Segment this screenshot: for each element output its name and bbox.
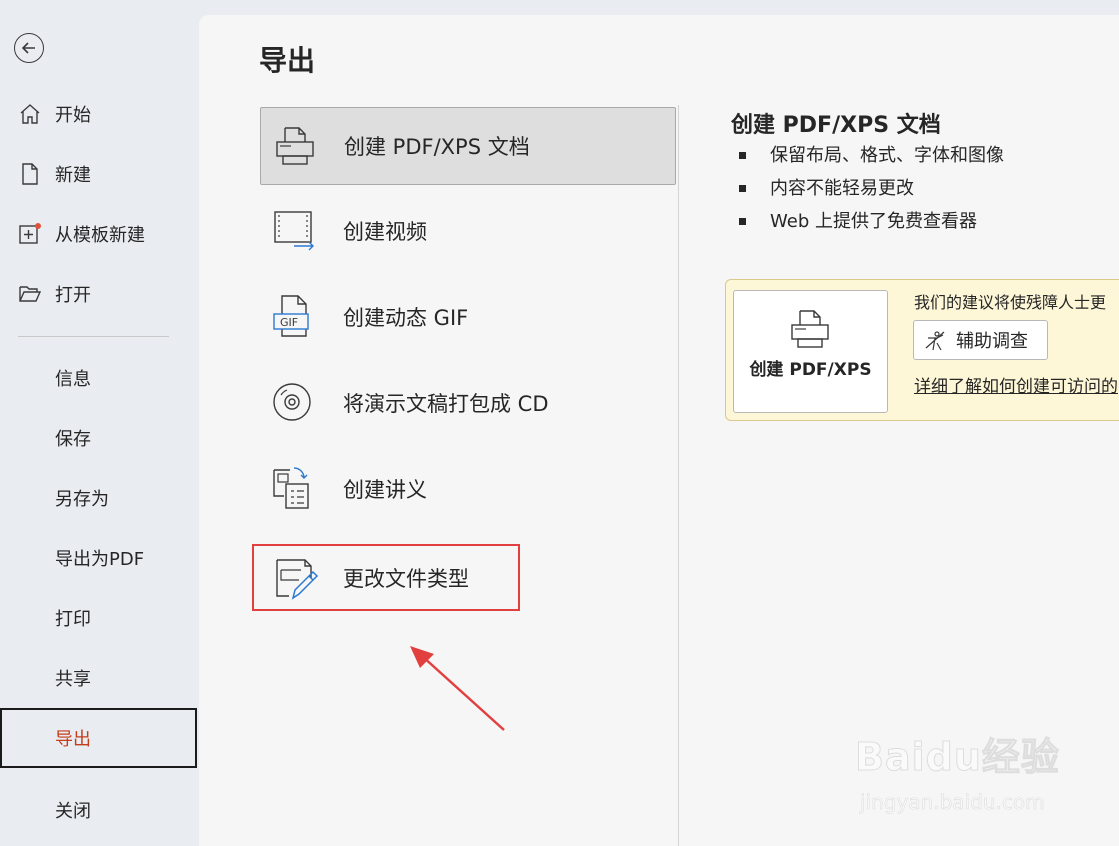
handouts-icon bbox=[273, 467, 309, 509]
nav-info[interactable]: 信息 bbox=[0, 352, 198, 404]
detail-title: 创建 PDF/XPS 文档 bbox=[731, 113, 941, 138]
option-package-cd[interactable]: 将演示文稿打包成 CD bbox=[260, 364, 676, 442]
create-pdf-xps-button-label: 创建 PDF/XPS bbox=[749, 360, 872, 380]
watermark-url: jingyan.baidu.com bbox=[860, 790, 1045, 815]
template-new-icon bbox=[19, 223, 41, 244]
nav-home[interactable]: 开始 bbox=[0, 88, 198, 140]
nav-new-label: 新建 bbox=[55, 165, 91, 186]
nav-open-label: 打开 bbox=[55, 285, 91, 306]
option-create-video-label: 创建视频 bbox=[343, 220, 427, 244]
nav-home-label: 开始 bbox=[55, 105, 91, 126]
option-create-gif-label: 创建动态 GIF bbox=[343, 306, 469, 330]
accessibility-survey-button[interactable]: 辅助调查 bbox=[913, 320, 1048, 360]
watermark-logo: Baidu经验 bbox=[855, 735, 1060, 780]
option-create-handouts-label: 创建讲义 bbox=[343, 478, 427, 502]
pdf-printer-icon bbox=[791, 310, 829, 348]
page-title: 导出 bbox=[259, 44, 316, 77]
svg-text:GIF: GIF bbox=[280, 316, 298, 329]
new-document-icon bbox=[22, 163, 38, 185]
option-create-handouts[interactable]: 创建讲义 bbox=[260, 450, 676, 528]
gif-file-icon: GIF bbox=[273, 295, 309, 337]
create-pdf-xps-button[interactable]: 创建 PDF/XPS bbox=[733, 290, 888, 413]
nav-save[interactable]: 保存 bbox=[0, 412, 198, 464]
sidebar-divider bbox=[18, 336, 169, 337]
learn-more-link[interactable]: 详细了解如何创建可访问的 bbox=[914, 372, 1118, 397]
nav-new-from-template[interactable]: 从模板新建 bbox=[0, 208, 198, 260]
option-create-pdf-xps[interactable]: 创建 PDF/XPS 文档 bbox=[260, 107, 676, 185]
pdf-printer-icon bbox=[276, 127, 314, 165]
accessibility-icon bbox=[925, 331, 945, 351]
nav-new-from-template-label: 从模板新建 bbox=[55, 225, 145, 246]
back-arrow-icon bbox=[21, 42, 35, 54]
option-create-pdf-xps-label: 创建 PDF/XPS 文档 bbox=[344, 135, 530, 159]
option-change-file-type[interactable]: 更改文件类型 bbox=[252, 544, 520, 611]
nav-save-label: 保存 bbox=[55, 429, 91, 450]
nav-export[interactable]: 导出 bbox=[0, 708, 197, 768]
nav-print[interactable]: 打印 bbox=[0, 592, 198, 644]
change-file-type-icon bbox=[276, 559, 319, 600]
accessibility-callout: 创建 PDF/XPS 我们的建议将使残障人士更 辅助调查 详细了解如何创建可访问… bbox=[725, 279, 1119, 421]
nav-share[interactable]: 共享 bbox=[0, 652, 198, 704]
nav-new[interactable]: 新建 bbox=[0, 148, 198, 200]
nav-close-label: 关闭 bbox=[55, 801, 91, 822]
nav-info-label: 信息 bbox=[55, 369, 91, 390]
option-create-gif[interactable]: GIF 创建动态 GIF bbox=[260, 278, 676, 356]
nav-export-label: 导出 bbox=[55, 729, 91, 750]
detail-bullet: Web 上提供了免费查看器 bbox=[737, 205, 1004, 238]
nav-open[interactable]: 打开 bbox=[0, 268, 198, 320]
detail-bullet-list: 保留布局、格式、字体和图像 内容不能轻易更改 Web 上提供了免费查看器 bbox=[737, 139, 1004, 238]
cd-disc-icon bbox=[273, 383, 311, 421]
folder-open-icon bbox=[19, 286, 42, 302]
back-button[interactable] bbox=[14, 33, 44, 63]
annotation-arrow bbox=[410, 646, 505, 731]
option-package-cd-label: 将演示文稿打包成 CD bbox=[343, 392, 549, 416]
accessibility-survey-label: 辅助调查 bbox=[956, 331, 1028, 352]
panel-divider bbox=[678, 105, 679, 846]
detail-bullet: 内容不能轻易更改 bbox=[737, 172, 1004, 205]
callout-message: 我们的建议将使残障人士更 bbox=[914, 293, 1107, 312]
nav-export-pdf[interactable]: 导出为PDF bbox=[0, 532, 198, 584]
baidu-jingyan-watermark: Baidu经验 jingyan.baidu.com bbox=[855, 718, 1065, 823]
backstage-sidebar: 开始 新建 从模板新建 打开 信息 保存 另存为 导出为PDF 打印 共享 导出… bbox=[0, 0, 198, 846]
video-film-icon bbox=[274, 211, 314, 251]
nav-close[interactable]: 关闭 bbox=[0, 784, 198, 836]
nav-save-as-label: 另存为 bbox=[55, 489, 109, 510]
option-change-file-type-label: 更改文件类型 bbox=[343, 566, 469, 591]
detail-bullet: 保留布局、格式、字体和图像 bbox=[737, 139, 1004, 172]
option-create-video[interactable]: 创建视频 bbox=[260, 192, 676, 270]
nav-save-as[interactable]: 另存为 bbox=[0, 472, 198, 524]
nav-print-label: 打印 bbox=[55, 609, 91, 630]
nav-export-pdf-label: 导出为PDF bbox=[55, 549, 145, 570]
home-icon bbox=[20, 104, 40, 124]
nav-share-label: 共享 bbox=[55, 669, 91, 690]
